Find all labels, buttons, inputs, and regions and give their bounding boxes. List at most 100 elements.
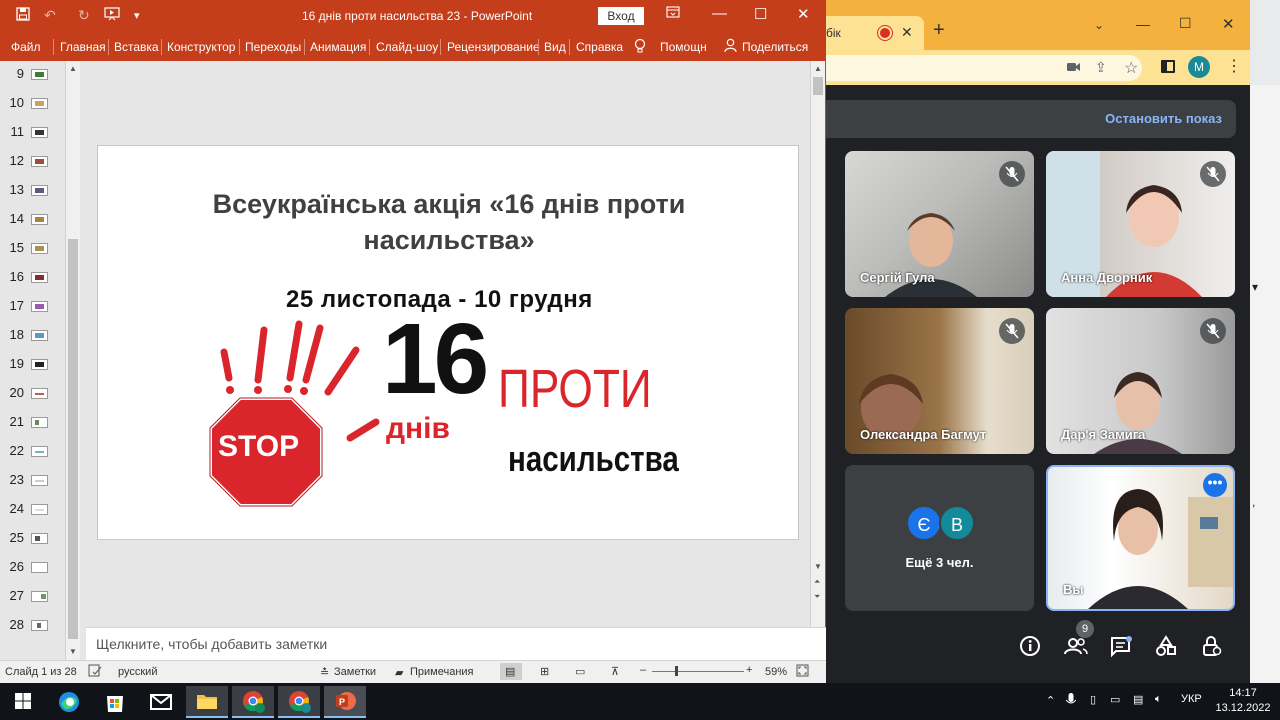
address-bar[interactable]: ⇪ ☆ xyxy=(826,55,1142,81)
sign-in-button[interactable]: Вход xyxy=(598,7,644,25)
fit-to-window-icon[interactable] xyxy=(796,664,809,680)
save-icon[interactable] xyxy=(16,7,30,24)
slideshow-view-icon[interactable]: ⊼ xyxy=(611,665,619,678)
tab-animations[interactable]: Анимация xyxy=(310,40,366,54)
slide-thumbnail[interactable] xyxy=(31,475,48,486)
microphone-icon[interactable] xyxy=(1065,693,1077,710)
notes-pane[interactable]: Щелкните, чтобы добавить заметки xyxy=(86,627,826,660)
meet-tab[interactable]: бік ✕ xyxy=(826,16,924,50)
zoom-out-icon[interactable]: – xyxy=(640,664,646,676)
tell-me-button[interactable]: Помощн xyxy=(660,40,707,54)
slide-thumbnail[interactable] xyxy=(31,214,48,225)
network-icon[interactable]: ▭ xyxy=(1110,693,1120,706)
campaign-poster-image[interactable]: 25 листопада - 10 грудня STOP 16 днів ПР… xyxy=(200,270,708,512)
thumbnails-scrollbar[interactable]: ▲ ▼ xyxy=(65,61,80,660)
language-indicator[interactable]: русский xyxy=(118,666,157,678)
new-tab-icon[interactable]: + xyxy=(933,20,945,40)
slide-thumbnail[interactable] xyxy=(31,301,48,312)
slide-thumbnail[interactable] xyxy=(31,127,48,138)
scroll-up-icon[interactable]: ▲ xyxy=(814,64,822,73)
bookmark-star-icon[interactable]: ☆ xyxy=(1124,58,1138,78)
more-participants-tile[interactable]: Є В Ещё 3 чел. xyxy=(845,465,1034,611)
participant-tile[interactable]: Сергій Гула xyxy=(845,151,1034,297)
tab-transitions[interactable]: Переходы xyxy=(245,40,301,54)
file-explorer-icon[interactable] xyxy=(186,686,228,718)
slide-thumbnail[interactable] xyxy=(31,562,48,573)
chrome-app-icon[interactable] xyxy=(232,686,274,718)
volume-icon[interactable]: 🔈︎ xyxy=(1155,693,1162,706)
ribbon-display-icon[interactable] xyxy=(666,5,680,22)
battery-icon[interactable]: ▤ xyxy=(1133,693,1143,706)
slide-thumbnail[interactable] xyxy=(31,69,48,80)
minimize-icon[interactable]: — xyxy=(1136,16,1150,32)
customize-quick-access-icon[interactable]: ▾ xyxy=(134,9,140,22)
slide-thumbnail[interactable] xyxy=(31,446,48,457)
slide-thumbnail[interactable] xyxy=(31,591,48,602)
slide-thumbnail[interactable] xyxy=(31,533,48,544)
usb-device-icon[interactable]: ▯ xyxy=(1090,693,1096,706)
chrome-app-icon[interactable] xyxy=(278,686,320,718)
tab-help[interactable]: Справка xyxy=(576,40,623,54)
comments-toggle-button[interactable]: Примечания xyxy=(410,666,474,678)
meeting-info-icon[interactable] xyxy=(1019,635,1041,660)
undo-icon[interactable]: ↶ xyxy=(44,7,56,24)
slide-thumbnail[interactable] xyxy=(31,417,48,428)
present-from-start-icon[interactable] xyxy=(104,7,120,24)
slide-sorter-icon[interactable]: ⊞ xyxy=(540,665,549,678)
comments-icon[interactable]: ▰ xyxy=(395,666,403,679)
powerpoint-app-icon[interactable]: P xyxy=(324,686,366,718)
notes-toggle-button[interactable]: Заметки xyxy=(334,666,376,678)
start-windows-icon[interactable] xyxy=(2,686,44,718)
maximize-icon[interactable]: ☐ xyxy=(754,5,767,23)
spelling-icon[interactable] xyxy=(88,664,102,680)
show-hidden-icons[interactable]: ⌃ xyxy=(1046,694,1055,707)
activities-icon[interactable] xyxy=(1155,635,1177,660)
notes-placeholder[interactable]: Щелкните, чтобы добавить заметки xyxy=(96,636,327,652)
slide-thumbnail[interactable] xyxy=(31,272,48,283)
slide-thumbnail[interactable] xyxy=(31,243,48,254)
share-button[interactable]: Поделиться xyxy=(742,40,808,54)
close-tab-icon[interactable]: ✕ xyxy=(901,24,913,41)
slide-title[interactable]: Всеукраїнська акція «16 днів проти насил… xyxy=(98,186,800,258)
edge-browser-icon[interactable] xyxy=(48,686,90,718)
reading-view-icon[interactable]: ▭ xyxy=(575,665,585,678)
close-icon[interactable]: ✕ xyxy=(797,5,810,23)
self-view-tile[interactable]: ••• Вы xyxy=(1046,465,1235,611)
tile-options-icon[interactable]: ••• xyxy=(1203,473,1227,497)
minimize-icon[interactable]: — xyxy=(712,5,727,22)
tab-home[interactable]: Главная xyxy=(60,40,106,54)
tab-design[interactable]: Конструктор xyxy=(167,40,235,54)
zoom-slider-thumb[interactable] xyxy=(675,666,678,676)
slide-thumbnail[interactable] xyxy=(31,620,48,631)
chat-icon[interactable] xyxy=(1110,636,1132,661)
participant-tile[interactable]: Олександра Багмут xyxy=(845,308,1034,454)
participant-tile[interactable]: Анна Дворник xyxy=(1046,151,1235,297)
store-icon[interactable] xyxy=(94,686,136,718)
slide-thumbnail[interactable] xyxy=(31,98,48,109)
host-controls-icon[interactable] xyxy=(1200,635,1222,660)
zoom-slider-track[interactable] xyxy=(652,671,744,672)
chrome-menu-icon[interactable]: ⋮ xyxy=(1226,56,1242,78)
people-icon[interactable] xyxy=(1064,635,1088,660)
close-icon[interactable]: ✕ xyxy=(1222,15,1235,33)
scrollbar-thumb[interactable] xyxy=(813,77,823,95)
current-slide[interactable]: Всеукраїнська акція «16 днів проти насил… xyxy=(97,145,799,540)
previous-slide-icon[interactable]: ⏶ xyxy=(814,577,820,587)
mail-icon[interactable] xyxy=(140,686,182,718)
zoom-level[interactable]: 59% xyxy=(765,666,787,678)
scrollbar-thumb[interactable] xyxy=(68,239,78,639)
zoom-in-icon[interactable]: + xyxy=(746,664,752,676)
stop-presenting-button[interactable]: Остановить показ xyxy=(1105,111,1222,126)
input-language[interactable]: УКР xyxy=(1181,693,1202,705)
slide-thumbnail[interactable] xyxy=(31,330,48,341)
tab-review[interactable]: Рецензирование xyxy=(447,40,540,54)
system-clock[interactable]: 14:17 13.12.2022 xyxy=(1212,686,1274,716)
slide-thumbnail[interactable] xyxy=(31,185,48,196)
notes-icon[interactable]: ≛ xyxy=(320,666,329,679)
slide-thumbnail[interactable] xyxy=(31,359,48,370)
tab-file[interactable]: Файл xyxy=(11,40,41,54)
slide-thumbnail[interactable] xyxy=(31,504,48,515)
participant-tile[interactable]: Дар'я Замига xyxy=(1046,308,1235,454)
share-page-icon[interactable]: ⇪ xyxy=(1095,59,1107,76)
tab-insert[interactable]: Вставка xyxy=(114,40,159,54)
